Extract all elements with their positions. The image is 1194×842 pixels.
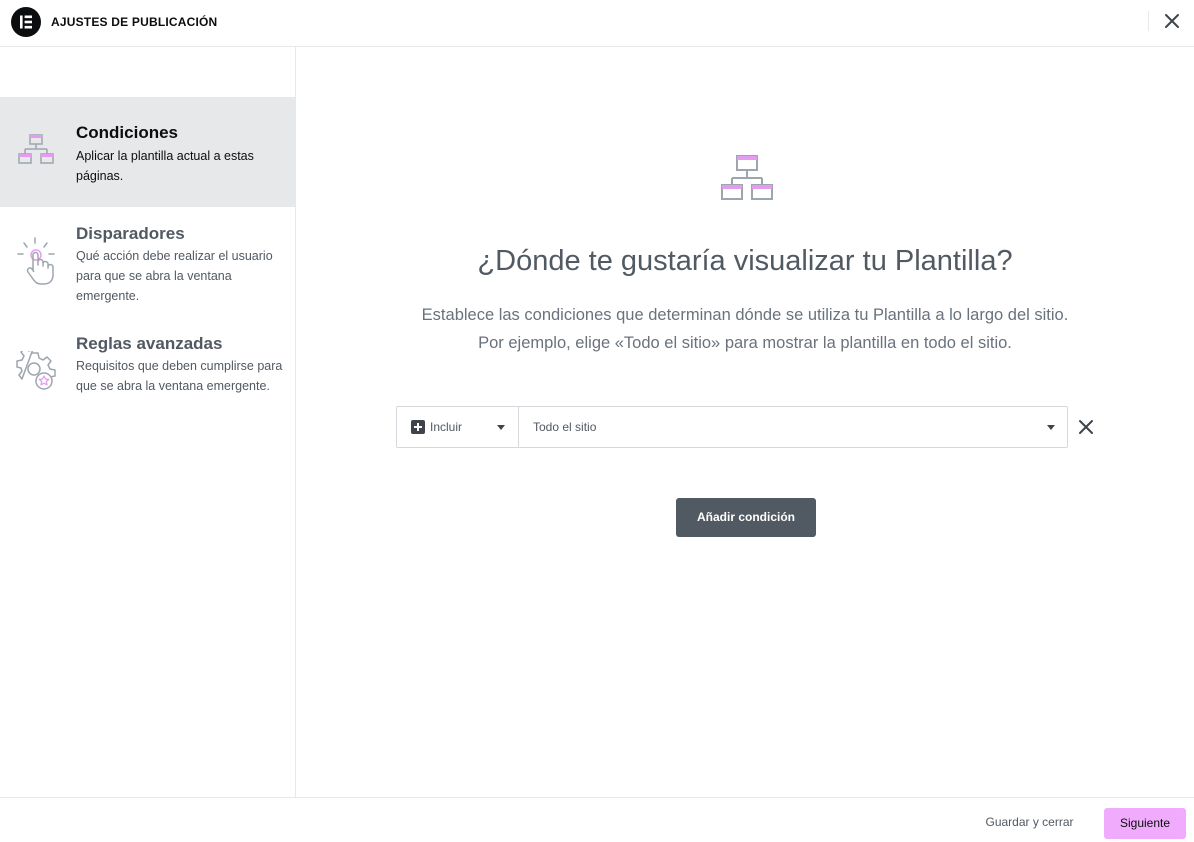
sitemap-icon [721, 154, 773, 202]
sidebar-item-reglas-avanzadas[interactable]: Reglas avanzadas Requisitos que deben cu… [0, 317, 295, 427]
condition-row: Incluir Todo el sitio [396, 406, 1068, 448]
page-title: ¿Dónde te gustaría visualizar tu Plantil… [477, 245, 1013, 277]
condition-type-value: Incluir [430, 420, 463, 434]
subtitle-line: Establece las condiciones que determinan… [421, 306, 1069, 324]
hand-click-icon [16, 237, 56, 285]
chevron-down-icon [497, 425, 505, 430]
sidebar-item-condiciones[interactable]: Condiciones Aplicar la plantilla actual … [0, 97, 295, 207]
sidebar-item-label: Disparadores [76, 224, 185, 243]
sidebar-item-disparadores[interactable]: Disparadores Qué acción debe realizar el… [0, 207, 295, 317]
modal-header: AJUSTES DE PUBLICACIÓN [0, 0, 1194, 47]
modal-title: AJUSTES DE PUBLICACIÓN [51, 15, 218, 29]
page-subtitle: Establece las condiciones que determinan… [296, 301, 1194, 357]
conditions-panel: ¿Dónde te gustaría visualizar tu Plantil… [296, 47, 1194, 797]
modal-footer: Guardar y cerrar Siguiente [0, 797, 1194, 842]
sidebar-item-label: Reglas avanzadas [76, 334, 223, 353]
header-divider [1148, 11, 1149, 31]
condition-target-select[interactable]: Todo el sitio [519, 407, 1067, 447]
elementor-logo-icon [11, 7, 41, 37]
sitemap-icon [16, 133, 56, 173]
add-condition-button[interactable]: Añadir condición [676, 498, 816, 537]
save-and-close-button[interactable]: Guardar y cerrar [973, 815, 1086, 829]
condition-type-select[interactable]: Incluir [397, 407, 519, 447]
chevron-down-icon [1047, 425, 1055, 430]
gear-star-icon [16, 347, 56, 391]
sidebar-item-description: Aplicar la plantilla actual a estas pági… [76, 149, 254, 183]
sidebar-item-label: Condiciones [76, 123, 179, 142]
remove-condition-icon[interactable] [1077, 418, 1095, 436]
sidebar-item-description: Qué acción debe realizar el usuario para… [76, 249, 273, 303]
next-button[interactable]: Siguiente [1104, 808, 1186, 839]
plus-square-icon [411, 420, 425, 434]
subtitle-line: Por ejemplo, elige «Todo el sitio» para … [478, 334, 1012, 352]
close-icon[interactable] [1161, 10, 1183, 32]
settings-sidebar: Condiciones Aplicar la plantilla actual … [0, 47, 296, 797]
sidebar-item-description: Requisitos que deben cumplirse para que … [76, 359, 283, 393]
condition-target-value: Todo el sitio [533, 420, 597, 434]
